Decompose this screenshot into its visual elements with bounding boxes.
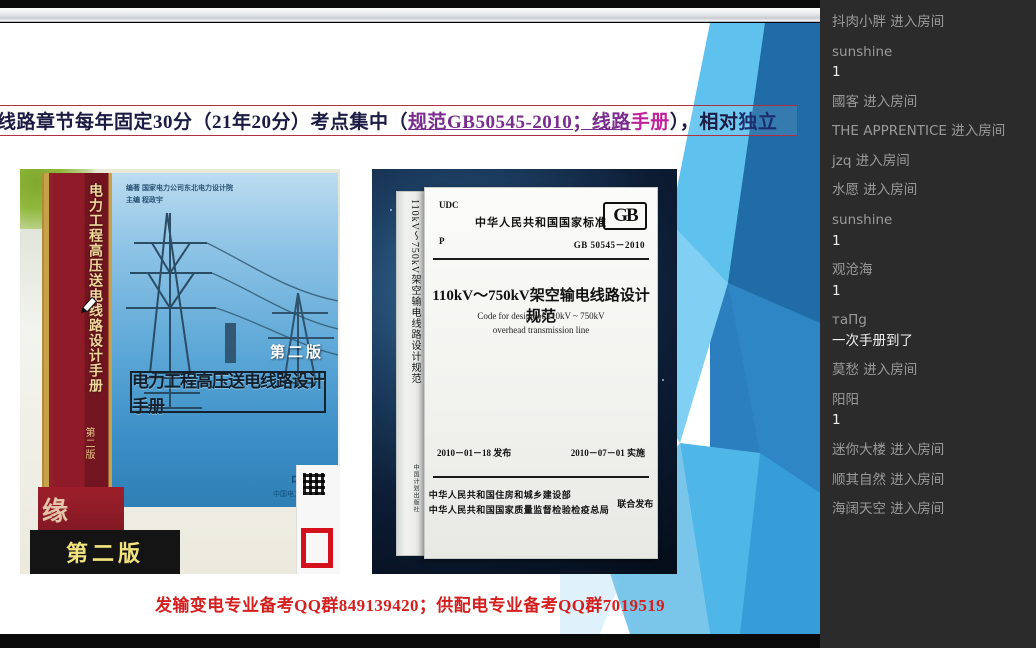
chat-message-user[interactable]: 观沧海 [832, 261, 1028, 281]
headline-part-1: 线路章节每年固定30分（21年20分）考点集中（ [0, 112, 409, 133]
chat-message: sunshine 1 [820, 206, 1036, 256]
chat-message: ᴛaПg 一次手册到了 [820, 306, 1036, 356]
chat-message-user[interactable]: THE APPRENTICE 进入房间 [832, 122, 1028, 142]
handbook-cover-title: 电力工程高压送电线路设计手册 [132, 372, 325, 416]
chat-message-list[interactable]: 抖肉小胖 进入房间 sunshine 1 國客 进入房间 THE APPRENTICE … [820, 8, 1036, 525]
gb-p-label: P [439, 236, 445, 246]
chat-message-text: 1 [832, 64, 841, 81]
chat-message-user[interactable]: 顺其自然 进入房间 [832, 471, 1028, 491]
chat-message: sunshine 1 [820, 38, 1036, 88]
chat-message-user[interactable]: sunshine [832, 43, 1028, 63]
gb-udc-label: UDC [439, 200, 459, 210]
chat-message-action: 进入房间 [946, 123, 1006, 140]
handbook-spine-edition: 第二版 [83, 427, 94, 460]
slide-caption: 发输变电专业备考QQ群849139420；供配电专业备考QQ群7019519 [154, 596, 666, 615]
gb-standard-code: GB 50545－2010 [573, 240, 645, 250]
chat-message-user[interactable]: 迷你大楼 进入房间 [832, 441, 1028, 461]
handbook-front-cover: 编著 国家电力公司东北电力设计院 主编 程政宇 第二版 电力工程高压送电线路设计… [112, 173, 338, 507]
handbook-black-band: 第二版 [30, 530, 180, 574]
chat-message: THE APPRENTICE 进入房间 [820, 117, 1036, 147]
chat-message-user[interactable]: 國客 进入房间 [832, 93, 1028, 113]
chat-panel[interactable]: 抖肉小胖 进入房间 sunshine 1 國客 进入房间 THE APPRENTICE … [820, 0, 1036, 648]
handbook-stack-text: 缘 [42, 497, 69, 526]
handbook-edition-badge: 第二版 [269, 345, 324, 361]
app-root: 线路章节每年固定30分（21年20分）考点集中（ 规范GB50545-2010；线… [0, 0, 1036, 648]
gb-joint-publish: 联合发布 [617, 498, 654, 509]
chat-message-action: 进入房间 [859, 362, 918, 379]
chat-message-text: 1 [832, 412, 841, 429]
presentation-stage: 线路章节每年固定30分（21年20分）考点集中（ 规范GB50545-2010；线… [0, 0, 820, 648]
transmission-tower-illustration [126, 212, 338, 409]
slide-canvas: 线路章节每年固定30分（21年20分）考点集中（ 规范GB50545-2010；线… [0, 23, 820, 634]
chat-message-user[interactable]: sunshine [832, 211, 1028, 231]
chat-message: 阳阳 1 [820, 386, 1036, 436]
handbook-cover-title-box: 电力工程高压送电线路设计手册 [130, 371, 326, 416]
chat-message-action: 进入房间 [886, 14, 945, 30]
headline-part-4: ），相对 [669, 112, 739, 133]
chat-message: 國客 进入房间 [820, 88, 1036, 118]
stage-toolbar-strip[interactable] [0, 8, 820, 22]
chat-message-action: 进入房间 [859, 182, 918, 199]
headline-part-5: 独立 [738, 112, 778, 133]
gb-issuer-names: 中华人民共和国住房和城乡建设部 中华人民共和国国家质量监督检验检疫总局 [429, 488, 610, 519]
chat-message: 抖肉小胖 进入房间 [820, 8, 1036, 38]
chat-message-text: 1 [832, 282, 841, 299]
chat-message-user[interactable]: 阳阳 [832, 391, 1028, 411]
gb-spine-title: 110kV～750kV架空输电线路设计规范 [409, 199, 420, 385]
handbook-black-band-text: 第二版 [65, 541, 144, 566]
chat-message-user[interactable]: jzq 进入房间 [832, 152, 1028, 172]
qr-code-icon [303, 473, 325, 495]
chat-message: 迷你大楼 进入房间 [820, 436, 1036, 466]
gb-issue-date: 2010－01－18 发布 [437, 448, 512, 458]
gb-issuer-line-1: 中华人民共和国住房和城乡建设部 [428, 490, 572, 500]
star-speck [390, 209, 392, 211]
gb-sub-title-line-2: overhead transmission line [492, 324, 590, 335]
gb-effective-date: 2010－07－01 实施 [570, 448, 645, 458]
chat-message: 观沧海 1 [820, 256, 1036, 306]
chat-message: 顺其自然 进入房间 [820, 466, 1036, 496]
chat-message: 水愿 进入房间 [820, 176, 1036, 206]
gb-divider-top [433, 258, 649, 260]
gb-sub-title: Code for design of 110kV ~ 750kV overhea… [425, 310, 657, 338]
chat-message-user[interactable]: 海阔天空 进入房间 [832, 500, 1028, 520]
handbook-side-card [296, 465, 340, 574]
chat-message: jzq 进入房间 [820, 147, 1036, 177]
headline-part-3: 手册 [630, 112, 670, 133]
star-speck [662, 379, 664, 381]
gb-logo: GB [603, 202, 647, 230]
chat-message-user[interactable]: 抖肉小胖 进入房间 [832, 13, 1028, 33]
chat-message: 海阔天空 进入房间 [820, 495, 1036, 525]
gb-issuers: 中华人民共和国住房和城乡建设部 中华人民共和国国家质量监督检验检疫总局 联合发布 [425, 488, 657, 519]
book-photo-handbook: 电力工程高压送电线路设计手册 第二版 编著 国家电力公司东北电力设计院 主编 程… [20, 169, 340, 574]
chat-message-user[interactable]: 水愿 进入房间 [832, 181, 1028, 201]
gb-dates-row: 2010－01－18 发布 2010－07－01 实施 [437, 446, 645, 459]
chat-message-text: 1 [832, 232, 841, 249]
gb-divider-bottom [433, 476, 649, 478]
chat-message-action: 进入房间 [859, 93, 918, 110]
chat-message-action: 进入房间 [851, 152, 910, 169]
book-photo-gb-standard: 110kV～750kV架空输电线路设计规范 中国计划出版社 UDC 中华人民共和… [372, 169, 677, 574]
gb-sub-title-line-1: Code for design of 110kV ~ 750kV [477, 311, 605, 321]
jd-logo-icon [301, 528, 333, 568]
headline-part-2: 规范GB50545-2010；线路 [408, 112, 631, 133]
stage-top-bar [0, 0, 820, 8]
gb-front-cover: UDC 中华人民共和国国家标准 GB P GB 50545－2010 110kV… [424, 187, 658, 559]
chat-message: 莫愁 进入房间 [820, 356, 1036, 386]
chat-message-user[interactable]: 莫愁 进入房间 [832, 361, 1028, 381]
gb-spine-publisher: 中国计划出版社 [412, 464, 418, 513]
gb-issuer-line-2: 中华人民共和国国家质量监督检验检疫总局 [428, 505, 610, 516]
chat-message-action: 进入房间 [886, 471, 945, 488]
chat-message-user[interactable]: ᴛaПg [832, 311, 1028, 331]
chat-message-text: 一次手册到了 [832, 332, 913, 349]
slide-headline: 线路章节每年固定30分（21年20分）考点集中（ 规范GB50545-2010；线… [0, 105, 798, 136]
chat-message-action: 进入房间 [886, 501, 945, 518]
stage-bottom-bar [0, 634, 820, 648]
handbook-spine-title: 电力工程高压送电线路设计手册 [87, 183, 102, 393]
chat-message-action: 进入房间 [886, 442, 945, 458]
